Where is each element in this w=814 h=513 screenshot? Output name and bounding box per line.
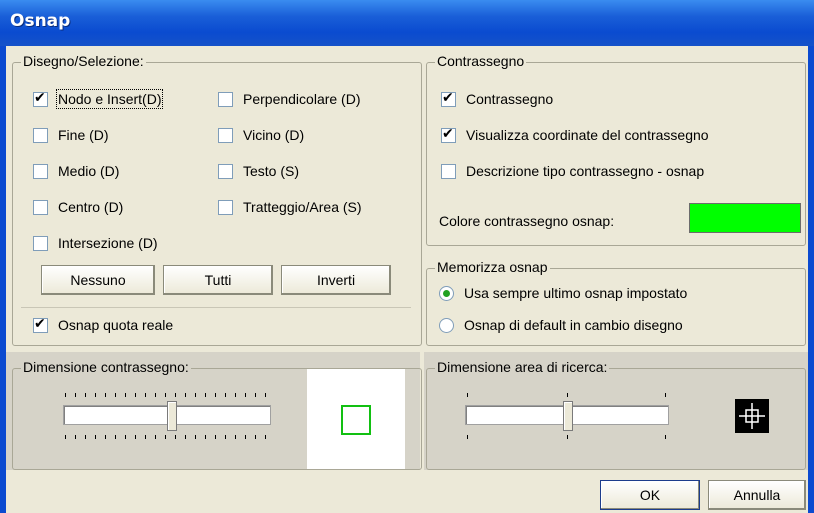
checkbox-label: Fine (D) [58, 127, 109, 143]
slider-thumb[interactable] [167, 401, 177, 431]
all-button[interactable]: Tutti [163, 265, 273, 295]
window-title: Osnap [10, 11, 71, 31]
checkbox-box[interactable] [33, 235, 48, 251]
group-disegno-selezione: Disegno/Selezione: Nodo e Insert(D) Fine… [12, 53, 422, 346]
checkbox-descrizione-tipo[interactable]: Descrizione tipo contrassegno - osnap [441, 163, 704, 179]
group-legend: Memorizza osnap [435, 259, 550, 275]
separator [21, 307, 411, 308]
checkbox-contrassegno[interactable]: Contrassegno [441, 89, 554, 107]
checkbox-label: Vicino (D) [243, 127, 305, 143]
checkbox-box[interactable] [33, 127, 48, 143]
checkbox-vicino[interactable]: Vicino (D) [218, 127, 304, 143]
invert-button[interactable]: Inverti [281, 265, 391, 295]
checkbox-osnap-quota-reale[interactable]: Osnap quota reale [33, 315, 174, 333]
checkbox-box[interactable] [33, 199, 48, 215]
checkbox-label: Osnap quota reale [58, 317, 174, 333]
cancel-button[interactable]: Annulla [708, 480, 806, 510]
group-legend: Dimensione area di ricerca: [435, 359, 610, 375]
none-button[interactable]: Nessuno [41, 265, 155, 295]
checkbox-label: Nodo e Insert(D) [55, 89, 164, 109]
checkbox-label: Perpendicolare (D) [243, 91, 361, 107]
checkbox-label: Visualizza coordinate del contrassegno [466, 127, 709, 143]
radio-label: Osnap di default in cambio disegno [464, 317, 683, 333]
ok-button[interactable]: OK [600, 480, 700, 510]
checkbox-box[interactable] [441, 89, 456, 107]
checkbox-fine[interactable]: Fine (D) [33, 127, 109, 143]
radio-usa-sempre-ultimo[interactable]: Usa sempre ultimo osnap impostato [439, 285, 687, 301]
checkbox-box[interactable] [218, 127, 233, 143]
radio-osnap-default[interactable]: Osnap di default in cambio disegno [439, 317, 683, 333]
checkbox-intersezione[interactable]: Intersezione (D) [33, 235, 158, 251]
group-memorizza-osnap: Memorizza osnap Usa sempre ultimo osnap … [426, 259, 806, 346]
checkbox-box[interactable] [441, 125, 456, 143]
checkbox-box[interactable] [33, 315, 48, 333]
checkbox-box[interactable] [33, 163, 48, 179]
checkbox-box[interactable] [218, 199, 233, 215]
dialog-client-area: Disegno/Selezione: Nodo e Insert(D) Fine… [6, 46, 808, 513]
title-bar: Osnap [0, 0, 814, 46]
crosshair-icon [735, 399, 769, 433]
radio-label: Usa sempre ultimo osnap impostato [464, 285, 688, 301]
checkbox-box[interactable] [218, 91, 233, 107]
marker-color-label: Colore contrassegno osnap: [439, 213, 615, 229]
radio-button[interactable] [439, 317, 454, 333]
group-legend: Contrassegno [435, 53, 527, 69]
slider-thumb[interactable] [563, 401, 573, 431]
checkbox-label: Intersezione (D) [58, 235, 158, 251]
checkbox-label: Medio (D) [58, 163, 120, 179]
checkbox-label: Centro (D) [58, 199, 124, 215]
checkbox-label: Contrassegno [466, 91, 554, 107]
marker-square-icon [341, 405, 371, 435]
checkbox-label: Testo (S) [243, 163, 300, 179]
checkbox-visualizza-coordinate[interactable]: Visualizza coordinate del contrassegno [441, 125, 709, 143]
checkbox-medio[interactable]: Medio (D) [33, 163, 119, 179]
checkbox-box[interactable] [33, 89, 48, 107]
checkbox-tratteggio-area[interactable]: Tratteggio/Area (S) [218, 199, 362, 215]
checkbox-centro[interactable]: Centro (D) [33, 199, 123, 215]
group-dimensione-area-ricerca: Dimensione area di ricerca: [426, 359, 806, 470]
checkbox-testo[interactable]: Testo (S) [218, 163, 299, 179]
checkbox-nodo-insert[interactable]: Nodo e Insert(D) [33, 89, 164, 109]
radio-button[interactable] [439, 285, 454, 301]
search-area-slider[interactable] [465, 387, 675, 457]
group-legend: Dimensione contrassegno: [21, 359, 191, 375]
checkbox-box[interactable] [218, 163, 233, 179]
checkbox-perpendicolare[interactable]: Perpendicolare (D) [218, 91, 361, 107]
group-legend: Disegno/Selezione: [21, 53, 146, 69]
group-contrassegno: Contrassegno Contrassegno Visualizza coo… [426, 53, 806, 246]
checkbox-label: Descrizione tipo contrassegno - osnap [466, 163, 705, 179]
group-dimensione-contrassegno: Dimensione contrassegno: [12, 359, 422, 470]
marker-color-swatch[interactable] [689, 203, 801, 233]
marker-size-slider[interactable] [63, 387, 273, 457]
checkbox-label: Tratteggio/Area (S) [243, 199, 362, 215]
checkbox-box[interactable] [441, 163, 456, 179]
window-frame-right [808, 46, 814, 513]
marker-preview [307, 369, 405, 469]
